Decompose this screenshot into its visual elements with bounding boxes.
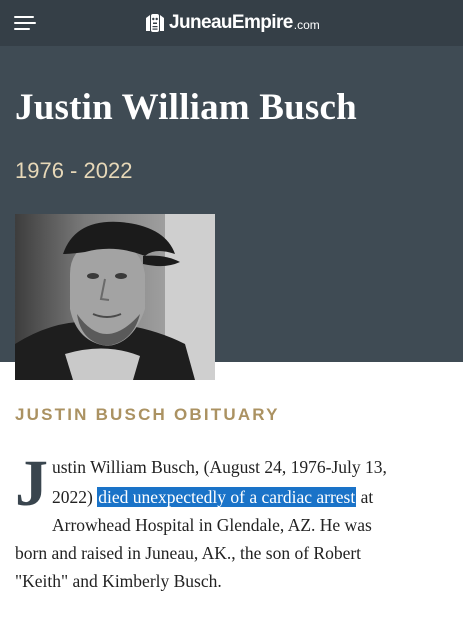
obituary-line: 2022) died unexpectedly of a cardiac arr… xyxy=(52,483,373,511)
logo-name: JuneauEmpire xyxy=(169,12,293,33)
hamburger-menu-icon[interactable] xyxy=(14,14,40,32)
section-heading: JUSTIN BUSCH OBITUARY xyxy=(15,405,280,424)
obituary-text: at xyxy=(360,487,374,507)
site-logo[interactable]: JuneauEmpire .com xyxy=(144,12,320,34)
obituary-line: Arrowhead Hospital in Glendale, AZ. He w… xyxy=(52,515,372,535)
obituary-photo xyxy=(15,214,215,380)
selected-text[interactable]: died unexpectedly of a cardiac arrest xyxy=(97,487,357,507)
obituary-text: 2022) xyxy=(52,487,93,507)
obituary-name: Justin William Busch xyxy=(15,87,357,128)
obituary-years: 1976 - 2022 xyxy=(15,158,133,183)
obituary-line: ustin William Busch, (August 24, 1976-Ju… xyxy=(52,457,387,477)
obituary-line: "Keith" and Kimberly Busch. xyxy=(15,571,222,591)
drop-cap: J xyxy=(15,447,48,520)
site-header: JuneauEmpire .com xyxy=(0,0,463,46)
obituary-line: born and raised in Juneau, AK., the son … xyxy=(15,543,362,563)
logo-tld: .com xyxy=(293,18,320,32)
totem-logo-icon xyxy=(146,14,164,32)
